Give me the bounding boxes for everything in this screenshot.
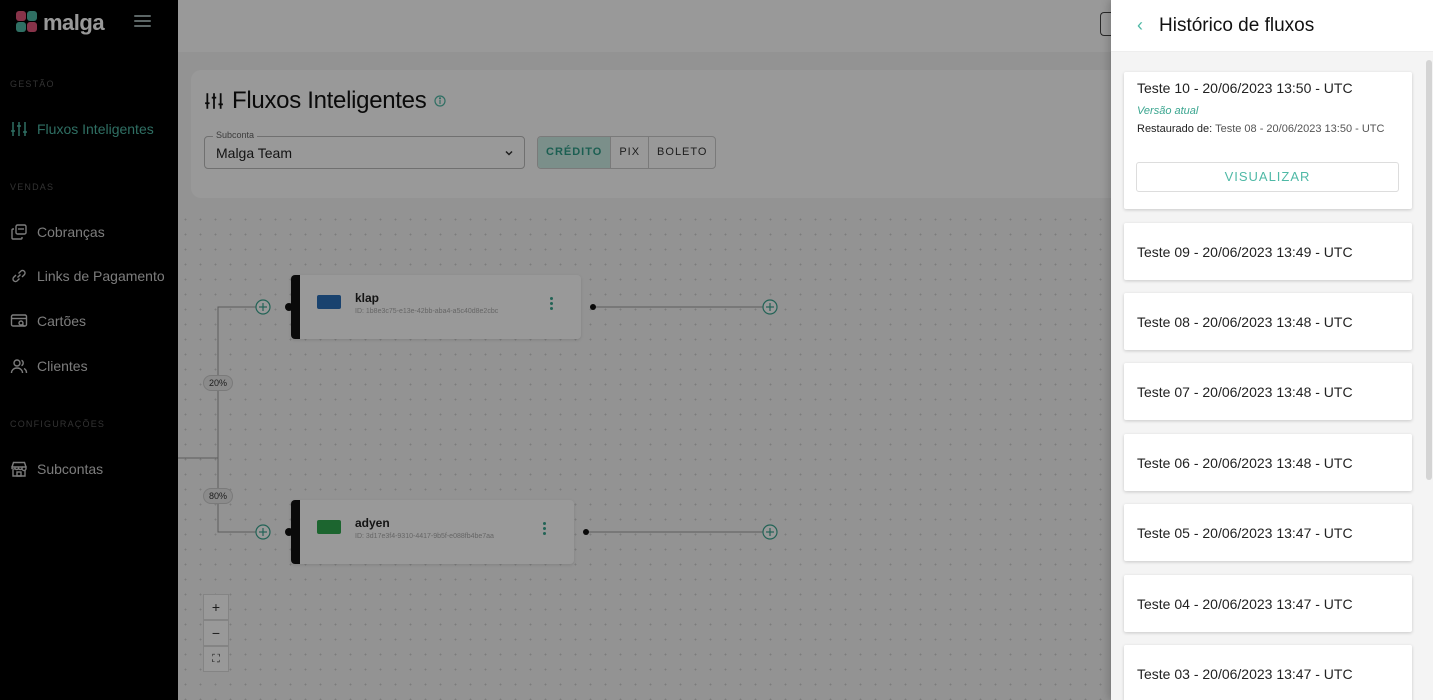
page-header: Fluxos Inteligentes	[204, 87, 447, 115]
info-icon[interactable]	[434, 95, 447, 107]
split-badge-80[interactable]: 80%	[203, 488, 234, 504]
subaccount-select[interactable]: Subconta Malga Team	[204, 130, 525, 169]
history-item-title: Teste 09 - 20/06/2023 13:49 - UTC	[1137, 244, 1353, 260]
sidebar-item-fluxos[interactable]: Fluxos Inteligentes	[10, 120, 154, 138]
klap-logo-icon	[317, 295, 341, 309]
scrollbar-thumb[interactable]	[1426, 60, 1432, 480]
link-icon	[12, 269, 26, 283]
restored-label: Restaurado de:	[1137, 123, 1213, 135]
top-bar	[178, 0, 1116, 52]
sidebar-item-label: Clientes	[37, 358, 88, 374]
subaccount-value: Malga Team	[216, 145, 293, 161]
current-version-badge: Versão atual	[1137, 105, 1199, 117]
users-icon	[10, 359, 28, 374]
panel-header: ‹ Histórico de fluxos	[1111, 0, 1433, 52]
history-item[interactable]: Teste 07 - 20/06/2023 13:48 - UTC	[1124, 363, 1412, 420]
brand-logo[interactable]: malga	[16, 10, 105, 36]
zoom-in-button[interactable]: +	[203, 594, 229, 620]
scrollbar[interactable]	[1425, 52, 1433, 700]
sliders-icon	[205, 93, 223, 109]
add-node-icon	[762, 524, 778, 540]
sidebar-item-cobrancas[interactable]: Cobranças	[10, 223, 105, 241]
header-card: Fluxos Inteligentes Subconta Malga Team …	[191, 70, 1111, 198]
node-id: ID: 1b8e3c75-e13e-42bb-aba4-a5c40d8e2cbc	[355, 308, 499, 315]
split-badge-20[interactable]: 20%	[203, 375, 234, 391]
section-label-configuracoes: CONFIGURAÇÕES	[10, 419, 106, 429]
sidebar-item-cartoes[interactable]: Cartões	[10, 312, 86, 330]
history-item[interactable]: Teste 09 - 20/06/2023 13:49 - UTC	[1124, 223, 1412, 280]
history-item-title: Teste 08 - 20/06/2023 13:48 - UTC	[1137, 314, 1353, 330]
panel-title: Histórico de fluxos	[1159, 14, 1315, 36]
history-item[interactable]: Teste 03 - 20/06/2023 13:47 - UTC	[1124, 645, 1412, 700]
tab-pix[interactable]: PIX	[611, 137, 650, 168]
sidebar-item-label: Cobranças	[37, 224, 105, 240]
history-item-title: Teste 04 - 20/06/2023 13:47 - UTC	[1137, 596, 1353, 612]
history-item-title: Teste 03 - 20/06/2023 13:47 - UTC	[1137, 666, 1353, 682]
fit-view-button[interactable]: ⛶	[203, 646, 229, 672]
history-item[interactable]: Teste 05 - 20/06/2023 13:47 - UTC	[1124, 504, 1412, 561]
sidebar-item-label: Subcontas	[37, 461, 104, 477]
history-item[interactable]: Teste 04 - 20/06/2023 13:47 - UTC	[1124, 575, 1412, 632]
history-item-title: Teste 10 - 20/06/2023 13:50 - UTC	[1137, 80, 1353, 96]
history-item[interactable]: Teste 08 - 20/06/2023 13:48 - UTC	[1124, 293, 1412, 350]
tab-credito[interactable]: CRÉDITO	[538, 137, 612, 168]
adyen-logo-icon	[317, 520, 341, 534]
history-item-title: Teste 07 - 20/06/2023 13:48 - UTC	[1137, 384, 1353, 400]
section-label-vendas: VENDAS	[10, 182, 55, 192]
node-handle	[583, 529, 589, 535]
flow-node-adyen[interactable]: adyen ID: 3d17e3f4-9310-4417-9b5f-e088fb…	[291, 500, 574, 564]
chevron-down-icon	[505, 150, 513, 156]
history-item-title: Teste 06 - 20/06/2023 13:48 - UTC	[1137, 455, 1353, 471]
main-content: Fluxos Inteligentes Subconta Malga Team …	[178, 0, 1116, 700]
node-name: adyen	[355, 516, 390, 530]
sidebar: malga GESTÃO Fluxos Inteligentes VENDAS …	[0, 0, 178, 700]
history-panel: ‹ Histórico de fluxos Teste 10 - 20/06/2…	[1111, 0, 1433, 700]
card-search-icon	[10, 314, 28, 327]
flow-canvas[interactable]: klap ID: 1b8e3c75-e13e-42bb-aba4-a5c40d8…	[178, 212, 1111, 700]
restored-value: Teste 08 - 20/06/2023 13:50 - UTC	[1215, 123, 1385, 135]
restored-from: Restaurado de: Teste 08 - 20/06/2023 13:…	[1137, 121, 1399, 138]
sidebar-item-label: Cartões	[37, 313, 87, 329]
history-item[interactable]: Teste 06 - 20/06/2023 13:48 - UTC	[1124, 434, 1412, 491]
sidebar-item-label: Links de Pagamento	[37, 268, 165, 284]
node-name: klap	[355, 291, 380, 305]
add-node-icon	[255, 299, 271, 315]
node-id: ID: 3d17e3f4-9310-4417-9b5f-e088fb4be7aa	[355, 533, 494, 540]
page-title: Fluxos Inteligentes	[232, 87, 427, 114]
sidebar-item-clientes[interactable]: Clientes	[10, 357, 88, 375]
subaccount-label: Subconta	[213, 130, 258, 140]
sliders-icon	[11, 122, 27, 136]
section-label-gestao: GESTÃO	[10, 79, 55, 89]
malga-logo-icon	[16, 11, 38, 35]
sidebar-item-label: Fluxos Inteligentes	[37, 121, 154, 137]
brand-name: malga	[43, 10, 105, 35]
tab-boleto[interactable]: BOLETO	[649, 137, 715, 168]
add-node-icon	[762, 299, 778, 315]
copy-icon	[11, 224, 27, 240]
flow-node-klap[interactable]: klap ID: 1b8e3c75-e13e-42bb-aba4-a5c40d8…	[291, 275, 581, 339]
add-node-icon	[255, 524, 271, 540]
payment-method-tabs: CRÉDITO PIX BOLETO	[537, 136, 717, 169]
zoom-out-button[interactable]: −	[203, 620, 229, 646]
view-button[interactable]: VISUALIZAR	[1136, 162, 1399, 192]
store-icon	[11, 461, 27, 477]
history-list: Teste 10 - 20/06/2023 13:50 - UTC Versão…	[1111, 52, 1425, 700]
menu-toggle-icon[interactable]	[134, 15, 151, 29]
more-vertical-icon[interactable]	[543, 522, 546, 537]
sidebar-item-links[interactable]: Links de Pagamento	[10, 267, 165, 285]
sidebar-item-subcontas[interactable]: Subcontas	[10, 460, 103, 478]
history-item-title: Teste 05 - 20/06/2023 13:47 - UTC	[1137, 525, 1353, 541]
more-vertical-icon[interactable]	[550, 297, 553, 312]
node-handle	[590, 304, 596, 310]
history-item-current: Teste 10 - 20/06/2023 13:50 - UTC Versão…	[1124, 72, 1412, 209]
chevron-left-icon[interactable]: ‹	[1137, 15, 1143, 36]
